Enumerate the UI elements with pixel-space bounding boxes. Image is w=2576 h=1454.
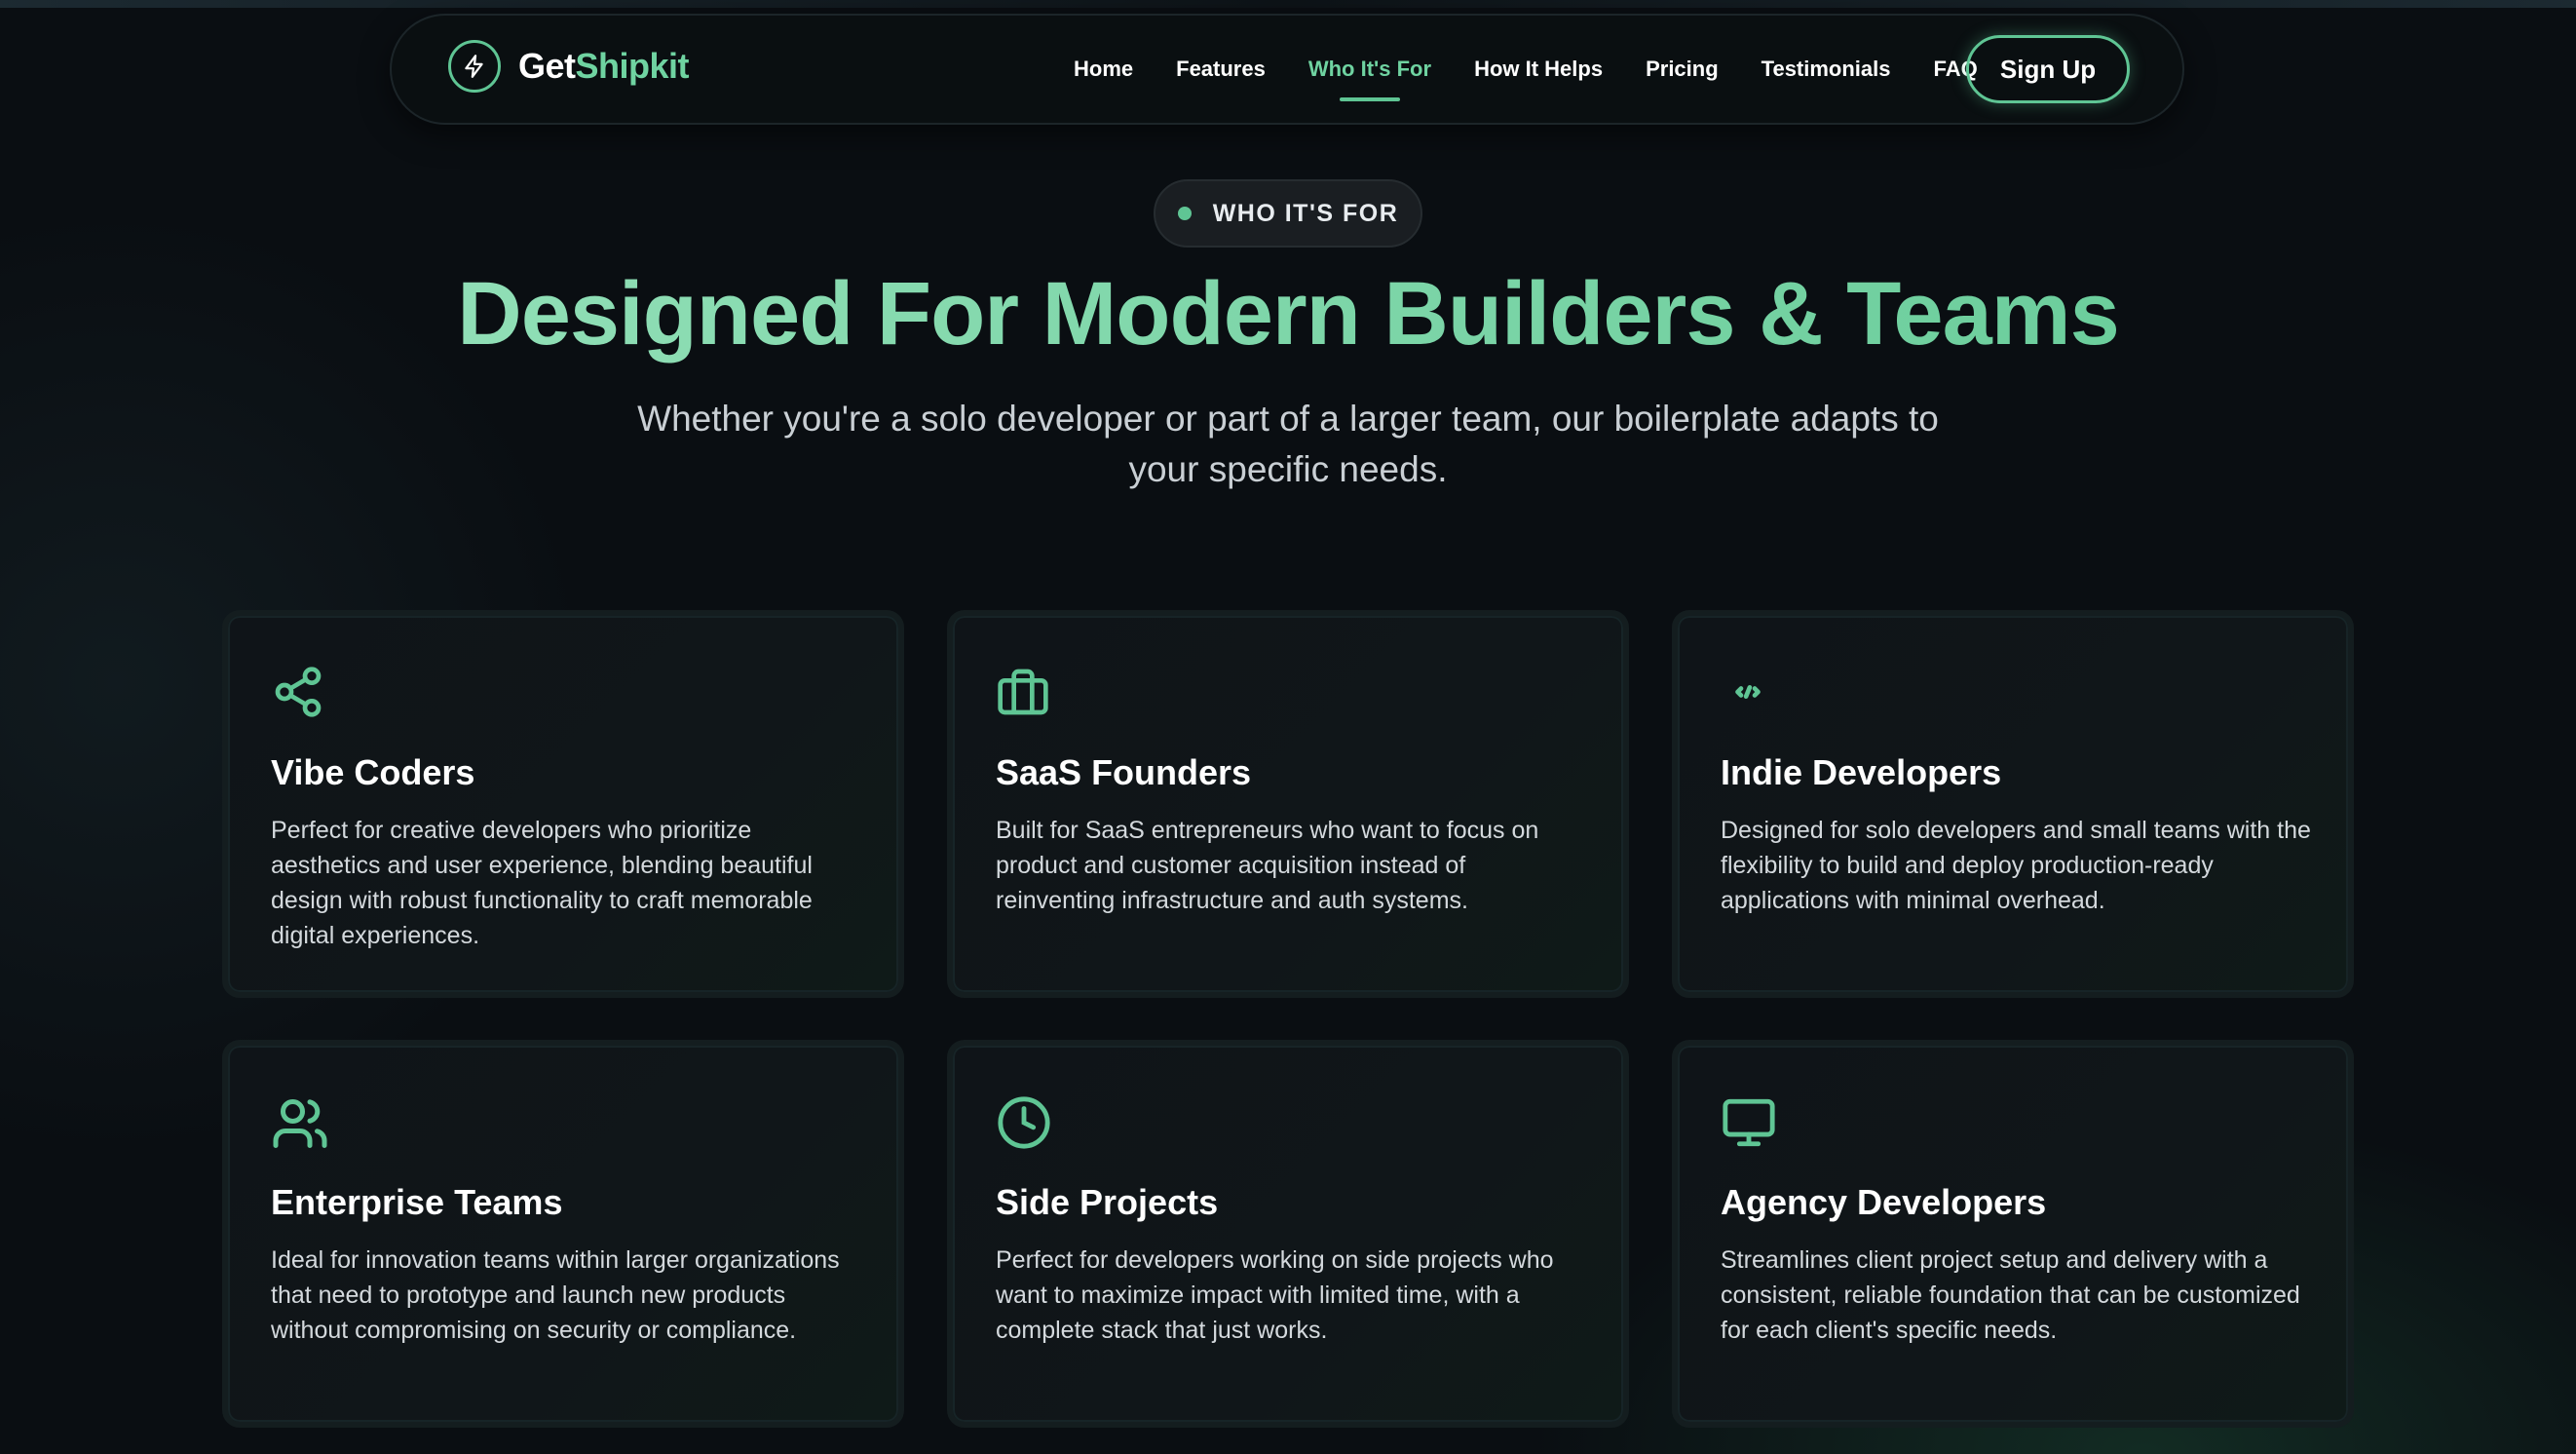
nav-links: Home Features Who It's For How It Helps … — [1074, 16, 2021, 123]
navbar: GetShipkit Home Features Who It's For Ho… — [390, 14, 2184, 125]
nav-link-home[interactable]: Home — [1074, 57, 1133, 82]
nav-link-who-its-for[interactable]: Who It's For — [1308, 57, 1431, 101]
section-subheadline: Whether you're a solo developer or part … — [637, 399, 1939, 489]
nav-link-how-it-helps[interactable]: How It Helps — [1474, 57, 1603, 82]
eyebrow-label: WHO IT'S FOR — [1212, 199, 1399, 227]
audience-card-vibe-coders: Vibe Coders Perfect for creative develop… — [222, 610, 904, 998]
card-title: SaaS Founders — [996, 752, 1252, 792]
card-title: Side Projects — [996, 1182, 1219, 1222]
briefcase-icon — [996, 665, 1054, 723]
share-icon — [271, 665, 329, 723]
card-description: Built for SaaS entrepreneurs who want to… — [996, 817, 1539, 914]
users-icon — [271, 1094, 329, 1153]
card-title: Agency Developers — [1721, 1182, 2047, 1222]
brand-name: GetShipkit — [518, 46, 690, 87]
nav-link-features[interactable]: Features — [1176, 57, 1266, 82]
card-title: Vibe Coders — [271, 752, 475, 792]
audience-card-side-projects: Side Projects Perfect for developers wor… — [947, 1040, 1629, 1428]
brand-name-part2: Shipkit — [575, 46, 690, 86]
monitor-icon — [1721, 1094, 1779, 1153]
card-description: Streamlines client project setup and del… — [1721, 1246, 2300, 1344]
audience-card-agency-developers: Agency Developers Streamlines client pro… — [1672, 1040, 2354, 1428]
brand-logo[interactable]: GetShipkit — [448, 40, 690, 93]
top-edge — [0, 0, 2576, 8]
code-icon — [1721, 665, 1779, 723]
card-description: Perfect for developers working on side p… — [996, 1246, 1554, 1344]
sign-up-button[interactable]: Sign Up — [1966, 35, 2130, 103]
card-title: Enterprise Teams — [271, 1182, 563, 1222]
audience-card-enterprise-teams: Enterprise Teams Ideal for innovation te… — [222, 1040, 904, 1428]
nav-link-pricing[interactable]: Pricing — [1646, 57, 1719, 82]
card-description: Perfect for creative developers who prio… — [271, 817, 813, 949]
audience-card-saas-founders: SaaS Founders Built for SaaS entrepreneu… — [947, 610, 1629, 998]
section-eyebrow-badge: WHO IT'S FOR — [1154, 179, 1422, 248]
card-description: Designed for solo developers and small t… — [1721, 817, 2311, 914]
lightning-icon — [448, 40, 501, 93]
brand-name-part1: Get — [518, 46, 576, 86]
clock-icon — [996, 1094, 1054, 1153]
dot-icon — [1177, 207, 1192, 220]
card-description: Ideal for innovation teams within larger… — [271, 1246, 840, 1344]
audience-card-indie-developers: Indie Developers Designed for solo devel… — [1672, 610, 2354, 998]
card-title: Indie Developers — [1721, 752, 2002, 792]
nav-link-testimonials[interactable]: Testimonials — [1762, 57, 1891, 82]
section-headline: Designed For Modern Builders & Teams — [0, 263, 2576, 365]
